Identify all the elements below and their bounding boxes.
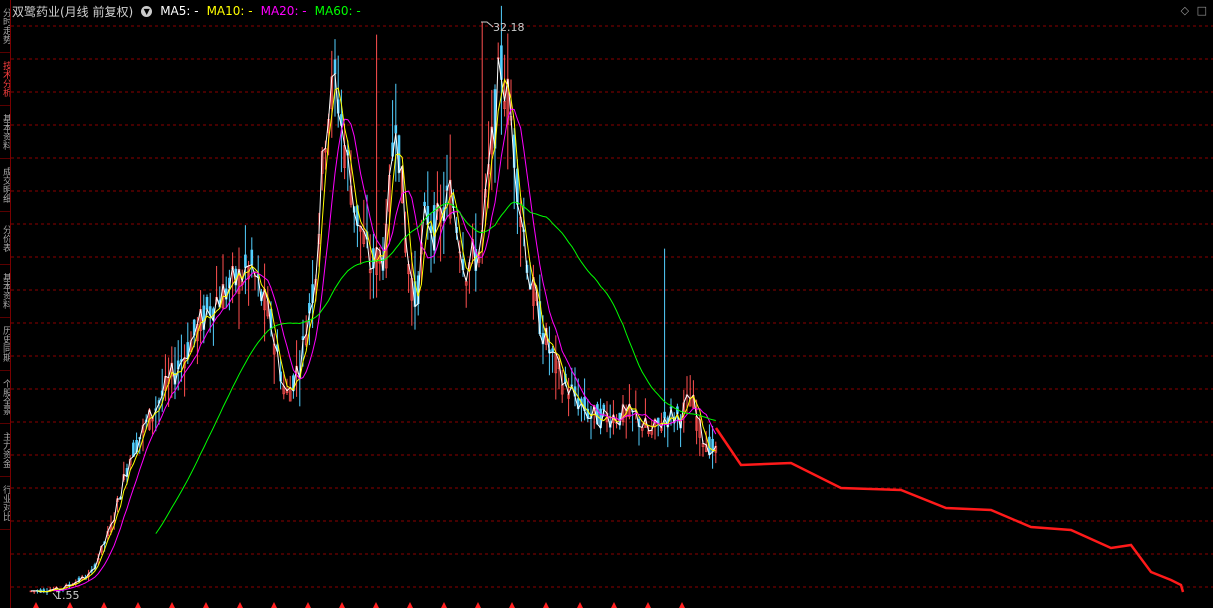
- candle-body: [394, 125, 398, 134]
- ma10-label: MA10: -: [206, 4, 253, 18]
- event-marker: [543, 602, 549, 608]
- candle-body: [333, 59, 337, 75]
- side-tab-5[interactable]: 基本资料: [0, 265, 10, 318]
- candle-body: [244, 254, 247, 268]
- event-marker: [305, 602, 311, 608]
- side-tab-0[interactable]: 分时走势: [0, 0, 10, 53]
- side-tab-3[interactable]: 成交明细: [0, 159, 10, 212]
- side-tab-8[interactable]: 主力资金: [0, 424, 10, 477]
- side-tab-4[interactable]: 分价表: [0, 212, 10, 265]
- event-marker: [577, 602, 583, 608]
- event-marker: [679, 602, 685, 608]
- side-tab-1[interactable]: 技术分析: [0, 53, 10, 106]
- ma5-label: MA5: -: [160, 4, 199, 18]
- side-tab-bar: 分时走势 技术分析 基本资料 成交明细 分价表 基本资料 历史同期 个股全景 主力资金 行业对比: [0, 0, 11, 608]
- kline-chart[interactable]: 32.18 1.55: [11, 0, 1213, 608]
- diamond-icon[interactable]: ◇: [1181, 4, 1189, 17]
- event-marker: [203, 602, 209, 608]
- ma5-line: [30, 57, 717, 593]
- event-marker: [509, 602, 515, 608]
- ma20-line: [53, 108, 717, 592]
- candle-body: [669, 406, 673, 409]
- event-marker: [101, 602, 107, 608]
- event-marker: [645, 602, 651, 608]
- ma20-label: MA20: -: [260, 4, 307, 18]
- event-marker: [611, 602, 617, 608]
- event-marker: [67, 602, 73, 608]
- stock-title: 双鹭药业(月线 前复权): [12, 4, 134, 19]
- candle-body: [423, 201, 426, 207]
- chevron-down-icon[interactable]: ▼: [141, 5, 153, 17]
- event-marker: [373, 602, 379, 608]
- low-price-label: 1.55: [55, 589, 80, 602]
- event-marker: [475, 602, 481, 608]
- side-tab-7[interactable]: 个股全景: [0, 371, 10, 424]
- candle-body: [205, 297, 209, 310]
- chart-header: 双鹭药业(月线 前复权) ▼ MA5: - MA10: - MA20: - MA…: [12, 3, 361, 19]
- event-marker: [33, 602, 39, 608]
- event-marker: [271, 602, 277, 608]
- chart-controls: ◇ □: [1177, 4, 1207, 17]
- forecast-line: [714, 427, 1185, 593]
- event-marker: [169, 602, 175, 608]
- candle-body: [132, 442, 135, 457]
- side-tab-6[interactable]: 历史同期: [0, 318, 10, 371]
- square-icon[interactable]: □: [1197, 4, 1207, 17]
- event-marker: [339, 602, 345, 608]
- event-marker: [237, 602, 243, 608]
- event-marker: [441, 602, 447, 608]
- high-price-label: 32.18: [493, 21, 525, 34]
- event-marker: [135, 602, 141, 608]
- candle-body: [602, 404, 606, 411]
- ma60-label: MA60: -: [314, 4, 361, 18]
- candle-body: [250, 249, 254, 266]
- side-tab-2[interactable]: 基本资料: [0, 106, 10, 159]
- side-tab-9[interactable]: 行业对比: [0, 477, 10, 530]
- event-marker: [407, 602, 413, 608]
